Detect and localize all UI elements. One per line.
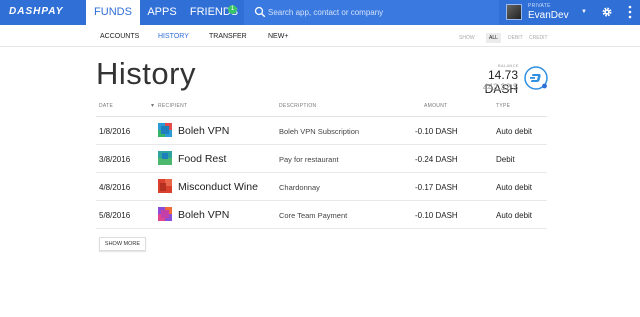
- row-description: Core Team Payment: [279, 211, 348, 220]
- tab-apps[interactable]: APPS: [140, 0, 184, 25]
- subtab-new[interactable]: NEW+: [268, 33, 288, 40]
- row-description: Boleh VPN Subscription: [279, 127, 360, 136]
- show-more-button[interactable]: SHOW MORE: [99, 237, 146, 251]
- sort-arrow-icon[interactable]: ▾: [151, 102, 154, 109]
- row-amount: -0.24 DASH: [415, 155, 458, 164]
- page-title: History: [96, 56, 196, 91]
- row-recipient[interactable]: Boleh VPN: [178, 209, 229, 221]
- show-filter-label: SHOW: [459, 35, 475, 41]
- sub-navigation: ACCOUNTS HISTORY TRANSFER NEW+ SHOW ALL …: [0, 25, 640, 47]
- row-type: Auto debit: [496, 183, 533, 192]
- row-date: 3/8/2016: [99, 155, 131, 164]
- user-privacy-label: PRIVATE: [528, 3, 551, 9]
- filter-debit[interactable]: DEBIT: [505, 33, 526, 43]
- chevron-down-icon[interactable]: ▼: [581, 9, 587, 15]
- boleh-vpn-logo-icon: [158, 123, 172, 137]
- row-recipient[interactable]: Food Rest: [178, 153, 226, 165]
- search-input[interactable]: [268, 5, 488, 20]
- misconduct-wine-logo-icon: [158, 179, 172, 193]
- table-row[interactable]: 1/8/2016 Boleh VPN Boleh VPN Subscriptio…: [96, 117, 547, 145]
- row-description: Pay for restaurant: [279, 155, 339, 164]
- row-date: 5/8/2016: [99, 211, 131, 220]
- column-header-type[interactable]: TYPE: [496, 103, 510, 109]
- row-amount: -0.10 DASH: [415, 127, 458, 136]
- subtab-accounts[interactable]: ACCOUNTS: [100, 33, 139, 40]
- more-vertical-icon[interactable]: [628, 5, 632, 19]
- table-row[interactable]: 3/8/2016 Food Rest Pay for restaurant -0…: [96, 145, 547, 173]
- column-header-amount[interactable]: AMOUNT: [424, 103, 447, 109]
- gear-icon[interactable]: [601, 6, 613, 18]
- avatar[interactable]: [506, 4, 522, 20]
- table-row[interactable]: 5/8/2016 Boleh VPN Core Team Payment -0.…: [96, 201, 547, 229]
- table-row[interactable]: 4/8/2016 Misconduct Wine Chardonnay -0.1…: [96, 173, 547, 201]
- row-date: 1/8/2016: [99, 127, 131, 136]
- row-recipient[interactable]: Misconduct Wine: [178, 181, 258, 193]
- balance-usd: 442.32 $: [482, 82, 518, 92]
- boleh-vpn-logo-icon: [158, 207, 172, 221]
- row-type: Debit: [496, 155, 515, 164]
- row-amount: -0.17 DASH: [415, 183, 458, 192]
- row-type: Auto debit: [496, 127, 533, 136]
- row-date: 4/8/2016: [99, 183, 131, 192]
- row-amount: -0.10 DASH: [415, 211, 458, 220]
- row-description: Chardonnay: [279, 183, 320, 192]
- column-header-recipient[interactable]: RECIPIENT: [158, 103, 187, 109]
- subtab-history[interactable]: HISTORY: [158, 33, 189, 40]
- row-recipient[interactable]: Boleh VPN: [178, 125, 229, 137]
- food-rest-logo-icon: [158, 151, 172, 165]
- filter-credit[interactable]: CREDIT: [526, 33, 551, 43]
- subtab-transfer[interactable]: TRANSFER: [209, 33, 247, 40]
- dashpay-logo[interactable]: DASHPAY: [9, 6, 63, 17]
- friends-notification-badge: 1: [228, 5, 237, 14]
- dash-logo-icon[interactable]: [524, 66, 548, 90]
- filter-all[interactable]: ALL: [486, 33, 501, 43]
- tab-funds[interactable]: FUNDS: [86, 0, 140, 25]
- column-header-date[interactable]: DATE: [99, 103, 113, 109]
- search-icon[interactable]: [254, 6, 266, 18]
- top-bar: DASHPAY FUNDS APPS FRIENDS 1 PRIVATE Eva…: [0, 0, 640, 25]
- user-name[interactable]: EvanDev: [528, 10, 569, 21]
- row-type: Auto debit: [496, 211, 533, 220]
- column-header-description[interactable]: DESCRIPTION: [279, 103, 316, 109]
